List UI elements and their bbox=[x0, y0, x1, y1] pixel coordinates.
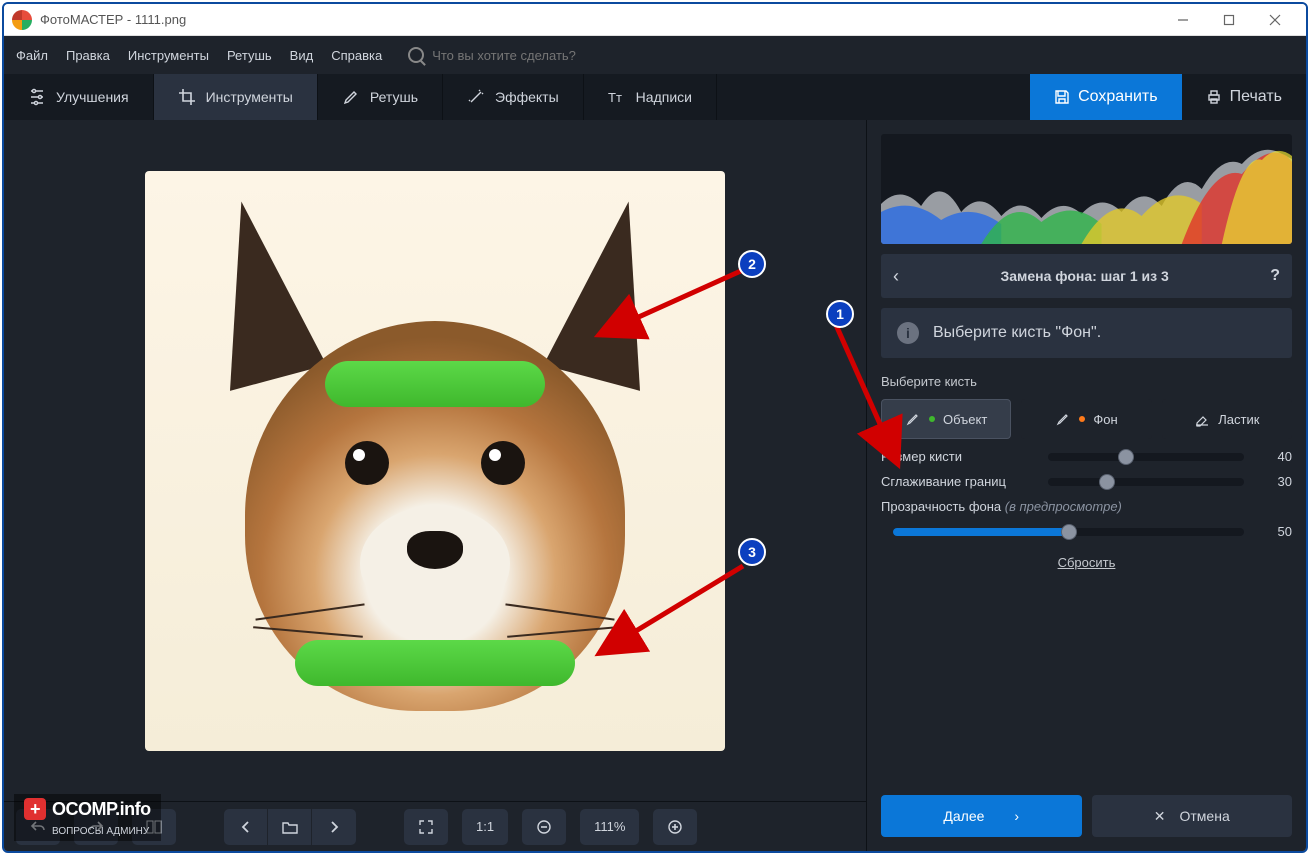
print-button[interactable]: Печать bbox=[1182, 74, 1306, 120]
window-title: ФотоМАСТЕР - 1111.png bbox=[40, 12, 1160, 27]
brush-tab-background[interactable]: Фон bbox=[1021, 399, 1151, 439]
slider-feather: Сглаживание границ 30 bbox=[881, 474, 1292, 489]
slider-value: 40 bbox=[1256, 449, 1292, 464]
brush-tab-label: Объект bbox=[943, 412, 987, 427]
menu-bar: Файл Правка Инструменты Ретушь Вид Справ… bbox=[4, 36, 1306, 74]
info-icon: i bbox=[897, 322, 919, 344]
fit-screen-button[interactable] bbox=[404, 809, 448, 845]
save-icon bbox=[1054, 89, 1070, 105]
title-bar: ФотоМАСТЕР - 1111.png bbox=[4, 4, 1306, 36]
zoom-out-button[interactable] bbox=[522, 809, 566, 845]
search-icon bbox=[408, 47, 424, 63]
close-button[interactable] bbox=[1252, 5, 1298, 35]
step-header: ‹ Замена фона: шаг 1 из 3 ? bbox=[881, 254, 1292, 298]
text-icon: Tᴛ bbox=[608, 88, 626, 106]
main-tabs: Улучшения Инструменты Ретушь Эффекты Tᴛ … bbox=[4, 74, 1306, 120]
slider-label: Сглаживание границ bbox=[881, 474, 1036, 489]
open-folder-button[interactable] bbox=[268, 809, 312, 845]
tab-tools[interactable]: Инструменты bbox=[154, 74, 318, 120]
menu-file[interactable]: Файл bbox=[16, 48, 48, 63]
brush-tab-object[interactable]: Объект bbox=[881, 399, 1011, 439]
slider-track[interactable] bbox=[1048, 453, 1244, 461]
print-label: Печать bbox=[1230, 88, 1282, 106]
tab-label: Надписи bbox=[636, 89, 692, 105]
brush-tabs: Объект Фон Ластик bbox=[881, 399, 1292, 439]
tab-label: Ретушь bbox=[370, 89, 418, 105]
menu-retouch[interactable]: Ретушь bbox=[227, 48, 272, 63]
tab-retouch[interactable]: Ретушь bbox=[318, 74, 443, 120]
chevron-right-icon: › bbox=[1014, 808, 1019, 824]
app-logo-icon bbox=[12, 10, 32, 30]
annotation-badge: 3 bbox=[738, 538, 766, 566]
sliders-icon bbox=[28, 88, 46, 106]
next-image-button[interactable] bbox=[312, 809, 356, 845]
tab-label: Улучшения bbox=[56, 89, 129, 105]
menu-help[interactable]: Справка bbox=[331, 48, 382, 63]
tab-label: Инструменты bbox=[206, 89, 293, 105]
svg-text:Tᴛ: Tᴛ bbox=[608, 90, 622, 105]
crop-icon bbox=[178, 88, 196, 106]
prev-image-button[interactable] bbox=[224, 809, 268, 845]
slider-value: 50 bbox=[1256, 524, 1292, 539]
next-label: Далее bbox=[943, 808, 984, 824]
orange-dot-icon bbox=[1079, 416, 1085, 422]
annotation-badge: 2 bbox=[738, 250, 766, 278]
search-input[interactable] bbox=[432, 48, 632, 63]
right-panel: ‹ Замена фона: шаг 1 из 3 ? i Выберите к… bbox=[866, 120, 1306, 851]
cancel-label: Отмена bbox=[1180, 808, 1230, 824]
close-icon: ✕ bbox=[1154, 808, 1166, 825]
hint-row: i Выберите кисть "Фон". bbox=[881, 308, 1292, 358]
slider-value: 30 bbox=[1256, 474, 1292, 489]
print-icon bbox=[1206, 89, 1222, 105]
step-title: Замена фона: шаг 1 из 3 bbox=[911, 268, 1258, 284]
slider-transparency-label: Прозрачность фона (в предпросмотре) bbox=[881, 499, 1292, 514]
slider-label: Размер кисти bbox=[881, 449, 1036, 464]
slider-transparency: 50 bbox=[881, 524, 1292, 539]
select-brush-label: Выберите кисть bbox=[881, 374, 1292, 389]
tab-enhance[interactable]: Улучшения bbox=[4, 74, 154, 120]
reset-link[interactable]: Сбросить bbox=[881, 555, 1292, 570]
hint-text: Выберите кисть "Фон". bbox=[933, 324, 1101, 342]
zoom-in-button[interactable] bbox=[653, 809, 697, 845]
help-button[interactable]: ? bbox=[1270, 267, 1280, 285]
tab-label: Эффекты bbox=[495, 89, 559, 105]
green-dot-icon bbox=[929, 416, 935, 422]
nav-group bbox=[224, 809, 356, 845]
plus-icon: + bbox=[24, 798, 46, 820]
maximize-button[interactable] bbox=[1206, 5, 1252, 35]
back-button[interactable]: ‹ bbox=[893, 266, 899, 287]
histogram bbox=[881, 134, 1292, 244]
canvas-viewport[interactable]: 2 3 1 bbox=[4, 120, 866, 801]
menu-edit[interactable]: Правка bbox=[66, 48, 110, 63]
canvas-image[interactable] bbox=[145, 171, 725, 751]
brush-stroke bbox=[295, 640, 575, 686]
annotation-badge: 1 bbox=[826, 300, 854, 328]
cancel-button[interactable]: ✕ Отмена bbox=[1092, 795, 1293, 837]
watermark: +OCOMP.info ВОПРОСЫ АДМИНУ bbox=[14, 794, 161, 841]
slider-track[interactable] bbox=[893, 528, 1244, 536]
tab-effects[interactable]: Эффекты bbox=[443, 74, 584, 120]
menu-tools[interactable]: Инструменты bbox=[128, 48, 209, 63]
next-button[interactable]: Далее › bbox=[881, 795, 1082, 837]
wand-icon bbox=[467, 88, 485, 106]
save-button[interactable]: Сохранить bbox=[1030, 74, 1182, 120]
slider-track[interactable] bbox=[1048, 478, 1244, 486]
save-label: Сохранить bbox=[1078, 88, 1158, 106]
brush-stroke bbox=[325, 361, 545, 407]
brush-icon bbox=[342, 88, 360, 106]
tab-text[interactable]: Tᴛ Надписи bbox=[584, 74, 717, 120]
scale-11-button[interactable]: 1:1 bbox=[462, 809, 508, 845]
menu-view[interactable]: Вид bbox=[290, 48, 314, 63]
brush-tab-label: Ластик bbox=[1218, 412, 1259, 427]
slider-brush-size: Размер кисти 40 bbox=[881, 449, 1292, 464]
zoom-value[interactable]: 111% bbox=[580, 809, 639, 845]
minimize-button[interactable] bbox=[1160, 5, 1206, 35]
brush-tab-eraser[interactable]: Ластик bbox=[1162, 399, 1292, 439]
brush-tab-label: Фон bbox=[1093, 412, 1117, 427]
